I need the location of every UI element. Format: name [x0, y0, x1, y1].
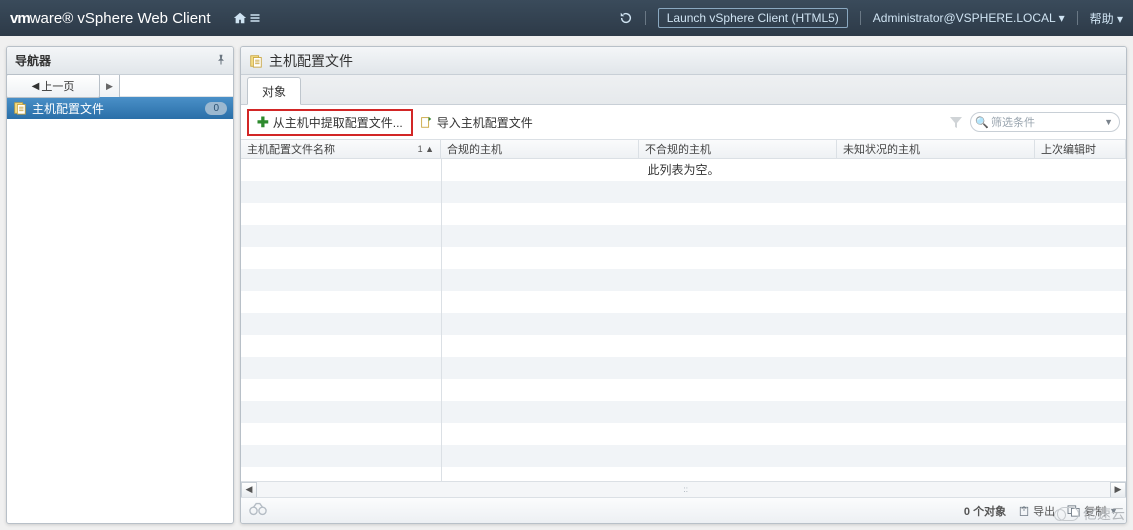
main-title-bar: 主机配置文件: [241, 47, 1126, 75]
host-profile-icon: [13, 101, 27, 115]
main-title: 主机配置文件: [269, 51, 353, 71]
home-icon: [233, 11, 247, 25]
menu-bars-icon: [249, 12, 261, 24]
nav-item-count: 0: [205, 102, 227, 115]
refresh-icon[interactable]: [619, 11, 633, 25]
horizontal-scrollbar[interactable]: ◀ :: ▶: [241, 481, 1126, 497]
navigator-header: 导航器: [7, 47, 233, 75]
separator: [645, 11, 646, 25]
tab-bar: 对象: [241, 75, 1126, 105]
plus-icon: ✚: [257, 114, 269, 131]
pin-icon[interactable]: [215, 53, 227, 69]
launch-html5-button[interactable]: Launch vSphere Client (HTML5): [658, 8, 848, 28]
export-icon: [1018, 505, 1030, 517]
grid-body: 此列表为空。 ◀ :: ▶: [241, 159, 1126, 497]
grid-header: 主机配置文件名称1 ▲ 合规的主机 不合规的主机 未知状况的主机 上次编辑时: [241, 139, 1126, 159]
search-icon: 🔍: [975, 116, 989, 129]
col-compliant-hosts[interactable]: 合规的主机: [441, 140, 639, 158]
col-noncompliant-hosts[interactable]: 不合规的主机: [639, 140, 837, 158]
sort-indicator: 1 ▲: [418, 144, 434, 154]
object-count: 0 个对象: [964, 503, 1006, 519]
user-menu[interactable]: Administrator@VSPHERE.LOCAL ▾: [873, 11, 1065, 25]
main-panel: 主机配置文件 对象 ✚ 从主机中提取配置文件... 导入主机配置文件 🔍 筛选条…: [240, 46, 1127, 524]
history-dropdown[interactable]: ▶: [100, 74, 120, 98]
separator: [1077, 11, 1078, 25]
navigator-panel: 导航器 ◀上一页 ▶ 主机配置文件 0: [6, 46, 234, 524]
help-menu[interactable]: 帮助 ▾: [1090, 10, 1123, 27]
scroll-left-button[interactable]: ◀: [241, 482, 257, 498]
grid-footer: 0 个对象 导出 复制▼: [241, 497, 1126, 523]
copy-button[interactable]: 复制▼: [1067, 503, 1118, 519]
top-right: Launch vSphere Client (HTML5) Administra…: [619, 8, 1123, 28]
nav-history-row: ◀上一页 ▶: [7, 75, 233, 97]
filter-placeholder: 筛选条件: [991, 114, 1035, 130]
col-unknown-hosts[interactable]: 未知状况的主机: [837, 140, 1035, 158]
nav-item-host-profiles[interactable]: 主机配置文件 0: [7, 97, 233, 119]
scroll-right-button[interactable]: ▶: [1110, 482, 1126, 498]
filter-icon[interactable]: [948, 114, 964, 130]
home-button[interactable]: [233, 11, 261, 25]
find-icon[interactable]: [249, 502, 267, 519]
copy-icon: [1067, 505, 1081, 517]
tab-objects[interactable]: 对象: [247, 77, 301, 105]
navigator-title: 导航器: [15, 52, 51, 69]
separator: [860, 11, 861, 25]
back-button[interactable]: ◀上一页: [6, 74, 100, 98]
host-profile-icon: [249, 54, 263, 68]
brand-label: vmware® vSphere Web Client: [10, 10, 211, 27]
scroll-track[interactable]: ::: [257, 482, 1110, 498]
col-last-edited[interactable]: 上次编辑时: [1035, 140, 1126, 158]
filter-input[interactable]: 🔍 筛选条件 ▼: [970, 112, 1120, 132]
import-icon: [419, 115, 433, 129]
filter-dropdown-icon[interactable]: ▼: [1104, 117, 1113, 127]
top-bar: vmware® vSphere Web Client Launch vSpher…: [0, 0, 1133, 36]
col-profile-name[interactable]: 主机配置文件名称1 ▲: [241, 140, 441, 158]
import-host-profile-button[interactable]: 导入主机配置文件: [413, 111, 539, 134]
column-divider[interactable]: [441, 159, 442, 497]
empty-list-message: 此列表为空。: [241, 161, 1126, 178]
export-button[interactable]: 导出: [1018, 503, 1055, 519]
toolbar: ✚ 从主机中提取配置文件... 导入主机配置文件 🔍 筛选条件 ▼: [241, 105, 1126, 139]
extract-from-host-button[interactable]: ✚ 从主机中提取配置文件...: [247, 109, 413, 136]
nav-item-label: 主机配置文件: [32, 100, 104, 117]
